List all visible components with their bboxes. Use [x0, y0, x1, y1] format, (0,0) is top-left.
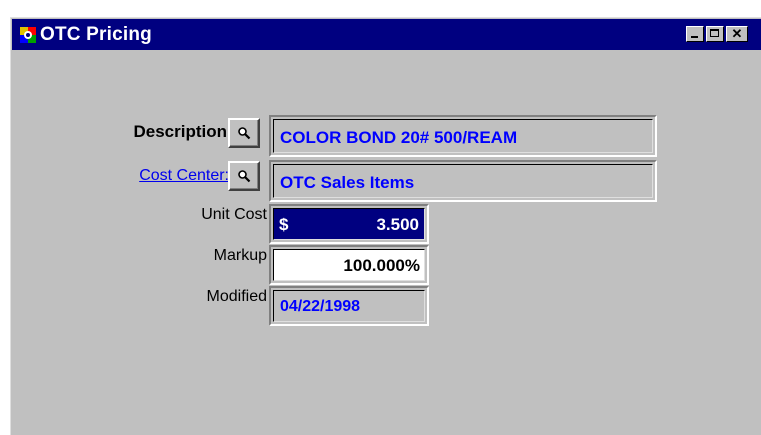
magnifier-icon [238, 127, 251, 140]
unit-cost-label: Unit Cost [201, 206, 267, 223]
description-field[interactable]: COLOR BOND 20# 500/REAM [269, 115, 657, 157]
minimize-icon[interactable] [686, 26, 704, 42]
unit-cost-field[interactable]: $ 3.500 [269, 204, 429, 244]
magnifier-icon [238, 170, 251, 183]
close-icon[interactable]: ✕ [726, 26, 748, 42]
cost-center-field[interactable]: OTC Sales Items [269, 160, 657, 202]
markup-label: Markup [213, 247, 267, 264]
window-title: OTC Pricing [40, 24, 152, 45]
unit-cost-value-box: $ 3.500 [273, 208, 425, 240]
description-value: COLOR BOND 20# 500/REAM [273, 119, 653, 153]
modified-field: 04/22/1998 [269, 286, 429, 326]
app-icon[interactable] [18, 25, 38, 45]
otc-pricing-window: OTC Pricing ✕ Description COLOR BOND 20#… [10, 17, 761, 435]
markup-value: 100.000% [273, 249, 425, 281]
title-bar[interactable]: OTC Pricing ✕ [12, 19, 761, 50]
markup-field[interactable]: 100.000% [269, 245, 429, 285]
description-lookup-button[interactable] [228, 118, 260, 148]
modified-label: Modified [206, 288, 267, 305]
unit-cost-value: 3.500 [376, 215, 419, 234]
maximize-icon[interactable] [706, 26, 724, 42]
description-label: Description [133, 122, 227, 141]
cost-center-value: OTC Sales Items [273, 164, 653, 198]
cost-center-link[interactable]: Cost Center: [81, 165, 229, 187]
cost-center-lookup-button[interactable] [228, 161, 260, 191]
currency-symbol: $ [279, 215, 289, 234]
modified-value: 04/22/1998 [273, 290, 425, 322]
